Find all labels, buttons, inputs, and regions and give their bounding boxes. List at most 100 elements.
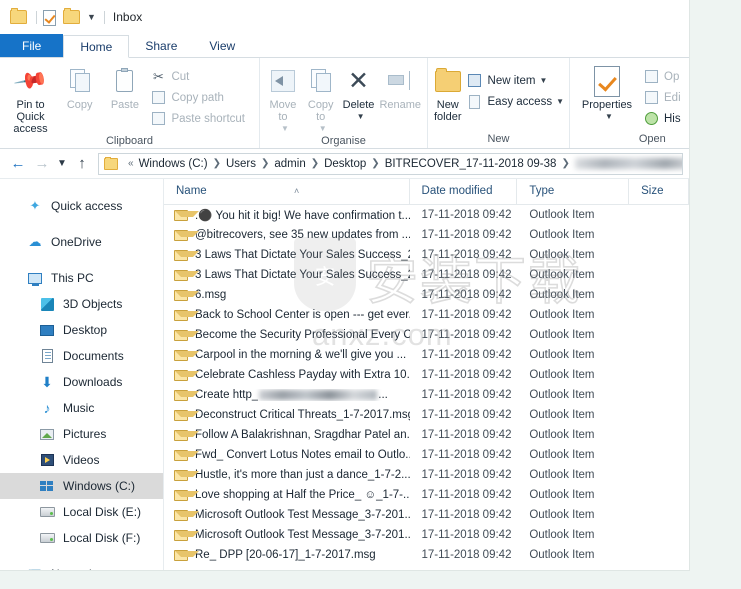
table-row[interactable]: Create http_... 17-11-2018 09:42 Outlook I… [164,385,689,405]
file-name-cell[interactable]: Microsoft Outlook Test Message_3-7-201..… [164,529,410,541]
table-row[interactable]: Microsoft Outlook Test Message_3-7-201..… [164,505,689,525]
paste-button[interactable]: Paste [102,62,147,111]
file-name-cell[interactable]: Love shopping at Half the Price_ ☺_1-7-.… [164,489,410,501]
copy-button[interactable]: Copy [57,62,102,111]
table-row[interactable]: Microsoft Outlook Test Message_3-7-201..… [164,525,689,545]
qat-new-folder-icon[interactable] [63,7,80,25]
column-header-name[interactable]: Name ˄ [164,179,410,204]
easy-access-caret-icon[interactable]: ▼ [556,97,564,106]
sidebar-item-windows-c[interactable]: Windows (C:) [0,473,163,499]
pin-to-quick-access-button[interactable]: 📌 Pin to Quick access [4,62,57,135]
table-row[interactable]: Back to School Center is open --- get ev… [164,305,689,325]
delete-caret-icon[interactable]: ▼ [357,111,365,123]
file-name-cell[interactable]: 6.msg [164,289,410,301]
breadcrumb-item-redacted[interactable] [574,158,682,169]
column-header-size[interactable]: Size [629,179,689,204]
up-arrow-icon[interactable]: ↑ [70,152,94,176]
breadcrumb-item-users[interactable]: Users [226,158,256,170]
system-menu-folder-icon[interactable] [10,7,27,25]
file-name-cell[interactable]: Fwd_ Convert Lotus Notes email to Outlo.… [164,449,410,461]
file-name-cell[interactable]: 3 Laws That Dictate Your Sales Success_2… [164,269,410,281]
table-row[interactable]: Love shopping at Half the Price_ ☺_1-7-.… [164,485,689,505]
new-item-button[interactable]: New item ▼ [466,70,570,91]
file-name-cell[interactable]: Re_ DPP [20-06-17]_1-7-2017.msg [164,549,410,561]
forward-arrow-icon[interactable]: → [30,152,54,176]
table-row[interactable]: 3 Laws That Dictate Your Sales Success_2… [164,265,689,285]
rename-button[interactable]: Rename [377,62,423,111]
breadcrumb[interactable]: « Windows (C:) ❯ Users ❯ admin ❯ Desktop… [98,152,683,175]
file-name-cell[interactable]: Create http_... [164,389,410,401]
file-name-cell[interactable]: Microsoft Outlook Test Message_3-7-201..… [164,509,410,521]
tab-file[interactable]: File [0,34,64,57]
file-name-cell[interactable]: Carpool in the morning & we'll give you … [164,349,410,361]
move-to-button[interactable]: Move to ▼ [264,62,302,135]
table-row[interactable]: @bitrecovers, see 35 new updates from ..… [164,225,689,245]
table-row[interactable]: Re_ DPP [20-06-17]_1-7-2017.msg 17-11-201… [164,545,689,565]
sidebar-item-network[interactable]: 💻 Network [0,561,163,571]
sidebar-item-music[interactable]: ♪ Music [0,395,163,421]
sidebar-item-local-disk-e[interactable]: Local Disk (E:) [0,499,163,525]
table-row[interactable]: 6.msg 17-11-2018 09:42 Outlook Item [164,285,689,305]
sidebar-item-downloads[interactable]: ⬇ Downloads [0,369,163,395]
file-name-cell[interactable]: Follow A Balakrishnan, Sragdhar Patel an… [164,429,410,441]
open-button[interactable]: Op [642,66,687,87]
table-row[interactable]: Carpool in the morning & we'll give you … [164,345,689,365]
back-arrow-icon[interactable]: ← [6,152,30,176]
sidebar-item-desktop[interactable]: Desktop [0,317,163,343]
qat-properties-icon[interactable] [43,9,60,26]
table-row[interactable]: Become the Security Professional Every C… [164,325,689,345]
file-name-cell[interactable]: Deconstruct Critical Threats_1-7-2017.ms… [164,409,410,421]
table-row[interactable]: Follow A Balakrishnan, Sragdhar Patel an… [164,425,689,445]
breadcrumb-chevron-icon-1[interactable]: ❯ [213,158,221,169]
tab-view[interactable]: View [193,34,251,57]
breadcrumb-chevron-icon-2[interactable]: ❯ [261,158,269,169]
recent-locations-caret-icon[interactable]: ▼ [54,152,70,176]
sidebar-item-local-disk-f[interactable]: Local Disk (F:) [0,525,163,551]
edit-button[interactable]: Edi [642,87,687,108]
sidebar-item-3d-objects[interactable]: 3D Objects [0,291,163,317]
breadcrumb-item-bitrecover[interactable]: BITRECOVER_17-11-2018 09-38 [385,158,557,170]
tab-share[interactable]: Share [129,34,193,57]
breadcrumb-item-windows-c[interactable]: Windows (C:) [139,158,208,170]
copy-path-button[interactable]: Copy path [149,87,251,108]
breadcrumb-item-admin[interactable]: admin [274,158,305,170]
copy-to-button[interactable]: Copy to ▼ [302,62,340,135]
breadcrumb-chevron-icon-4[interactable]: ❯ [371,158,379,169]
breadcrumb-overflow[interactable]: « [128,158,134,169]
table-row[interactable]: 3 Laws That Dictate Your Sales Success_2… [164,245,689,265]
table-row[interactable]: .⚫ You hit it big! We have confirmation … [164,205,689,225]
sidebar-item-videos[interactable]: Videos [0,447,163,473]
tab-home[interactable]: Home [63,35,130,58]
file-name-cell[interactable]: Hustle, it's more than just a dance_1-7-… [164,469,410,481]
sidebar-item-quick-access[interactable]: ✦ Quick access [0,193,163,219]
file-name-cell[interactable]: Back to School Center is open --- get ev… [164,309,410,321]
sidebar-item-pictures[interactable]: Pictures [0,421,163,447]
breadcrumb-chevron-icon-5[interactable]: ❯ [561,158,569,169]
cut-button[interactable]: ✂ Cut [149,66,251,87]
paste-shortcut-button[interactable]: Paste shortcut [149,108,251,129]
file-name-cell[interactable]: 3 Laws That Dictate Your Sales Success_2… [164,249,410,261]
properties-caret-icon[interactable]: ▼ [605,111,613,123]
breadcrumb-chevron-icon-3[interactable]: ❯ [311,158,319,169]
table-row[interactable]: Fwd_ Convert Lotus Notes email to Outlo.… [164,445,689,465]
sidebar-item-documents[interactable]: Documents [0,343,163,369]
easy-access-button[interactable]: Easy access ▼ [466,91,570,112]
delete-button[interactable]: ✕ Delete ▼ [340,62,378,123]
sidebar-item-onedrive[interactable]: ☁ OneDrive [0,229,163,255]
table-row[interactable]: Deconstruct Critical Threats_1-7-2017.ms… [164,405,689,425]
column-header-date-modified[interactable]: Date modified [410,179,518,204]
new-folder-button[interactable]: New folder [432,62,464,123]
history-button[interactable]: His [642,108,687,129]
table-row[interactable]: Celebrate Cashless Payday with Extra 10.… [164,365,689,385]
breadcrumb-item-desktop[interactable]: Desktop [324,158,366,170]
file-name-cell[interactable]: Celebrate Cashless Payday with Extra 10.… [164,369,410,381]
properties-button[interactable]: Properties ▼ [574,62,640,123]
qat-customize-caret-icon[interactable]: ▼ [87,12,96,22]
file-name-cell[interactable]: .⚫ You hit it big! We have confirmation … [164,208,410,222]
column-header-type[interactable]: Type [517,179,630,204]
table-row[interactable]: Hustle, it's more than just a dance_1-7-… [164,465,689,485]
file-name-cell[interactable]: Become the Security Professional Every C… [164,329,410,341]
file-name-cell[interactable]: @bitrecovers, see 35 new updates from ..… [164,229,410,241]
sidebar-item-this-pc[interactable]: This PC [0,265,163,291]
new-item-caret-icon[interactable]: ▼ [539,76,547,85]
